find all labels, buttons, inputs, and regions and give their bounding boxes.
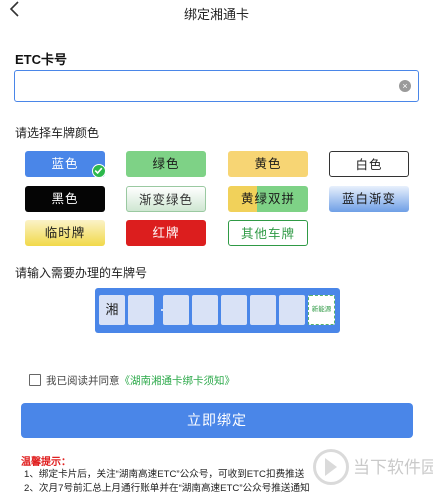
plate-color-red[interactable]: 红牌 <box>126 220 206 246</box>
plate-char-cell[interactable] <box>221 295 247 325</box>
plate-color-yellow[interactable]: 黄色 <box>228 151 308 177</box>
plate-color-label-text: 其他车牌 <box>240 227 295 241</box>
plate-char-cell[interactable] <box>192 295 218 325</box>
agreement-checkbox[interactable] <box>29 374 41 386</box>
new-energy-cell[interactable]: 新能源 <box>308 295 335 325</box>
plate-color-label-text: 红牌 <box>152 226 180 240</box>
plate-number-label: 请输入需要办理的车牌号 <box>15 266 148 280</box>
agreement-prefix: 我已阅读并同意 <box>46 375 120 387</box>
plate-province-cell[interactable]: 湘 <box>99 295 125 325</box>
plate-color-yellow-green[interactable]: 黄绿双拼 <box>228 186 308 212</box>
clear-icon[interactable]: × <box>399 80 411 92</box>
plate-color-label-text: 黑色 <box>51 192 79 206</box>
watermark-text: 当下软件园 <box>353 458 433 477</box>
agreement-text: 我已阅读并同意《湖南湘通卡绑卡须知》 <box>46 373 235 388</box>
etc-card-label: ETC卡号 <box>15 52 68 67</box>
plate-color-green[interactable]: 绿色 <box>126 151 206 177</box>
plate-color-label-text: 蓝色 <box>51 157 79 171</box>
plate-color-label-text: 黄色 <box>254 157 282 171</box>
watermark: 当下软件园 <box>313 443 433 491</box>
selected-check-icon <box>92 164 106 178</box>
plate-color-temporary[interactable]: 临时牌 <box>25 220 105 246</box>
plate-color-label-text: 临时牌 <box>44 226 86 240</box>
plate-color-other[interactable]: 其他车牌 <box>228 220 308 246</box>
plate-color-blue[interactable]: 蓝色 <box>25 151 106 178</box>
agreement-link[interactable]: 《湖南湘通卡绑卡须知》 <box>120 375 236 387</box>
plate-color-blue-white[interactable]: 蓝白渐变 <box>329 186 409 212</box>
plate-char-cell[interactable] <box>250 295 276 325</box>
plate-color-white[interactable]: 白色 <box>329 151 409 177</box>
plate-char-cell[interactable] <box>279 295 305 325</box>
plate-color-label-text: 蓝白渐变 <box>341 192 396 206</box>
nav-bar: 绑定湘通卡 <box>0 0 433 24</box>
plate-color-black[interactable]: 黑色 <box>25 186 105 212</box>
plate-color-label-text: 绿色 <box>152 157 180 171</box>
plate-color-label-text: 渐变绿色 <box>138 193 193 207</box>
plate-color-label-text: 黄绿双拼 <box>240 192 295 206</box>
plate-color-label: 请选择车牌颜色 <box>15 126 100 140</box>
plate-color-label-text: 白色 <box>355 158 383 172</box>
tip-item: 2、次月7号前汇总上月通行账单并在“湖南高速ETC”公众号推送通知 <box>24 483 310 494</box>
agreement-row: 我已阅读并同意《湖南湘通卡绑卡须知》 <box>29 373 329 389</box>
plate-char-cell[interactable] <box>163 295 189 325</box>
bind-now-button[interactable]: 立即绑定 <box>21 403 413 438</box>
watermark-logo-icon <box>313 449 349 485</box>
plate-char-cell[interactable] <box>128 295 154 325</box>
etc-card-input[interactable]: × <box>14 70 419 102</box>
plate-number-input: 湘 新能源 <box>95 288 340 333</box>
plate-color-gradient-green[interactable]: 渐变绿色 <box>126 186 206 212</box>
tip-item: 1、绑定卡片后，关注“湖南高速ETC”公众号，可收到ETC扣费推送 <box>24 469 305 480</box>
page-title: 绑定湘通卡 <box>183 7 249 22</box>
